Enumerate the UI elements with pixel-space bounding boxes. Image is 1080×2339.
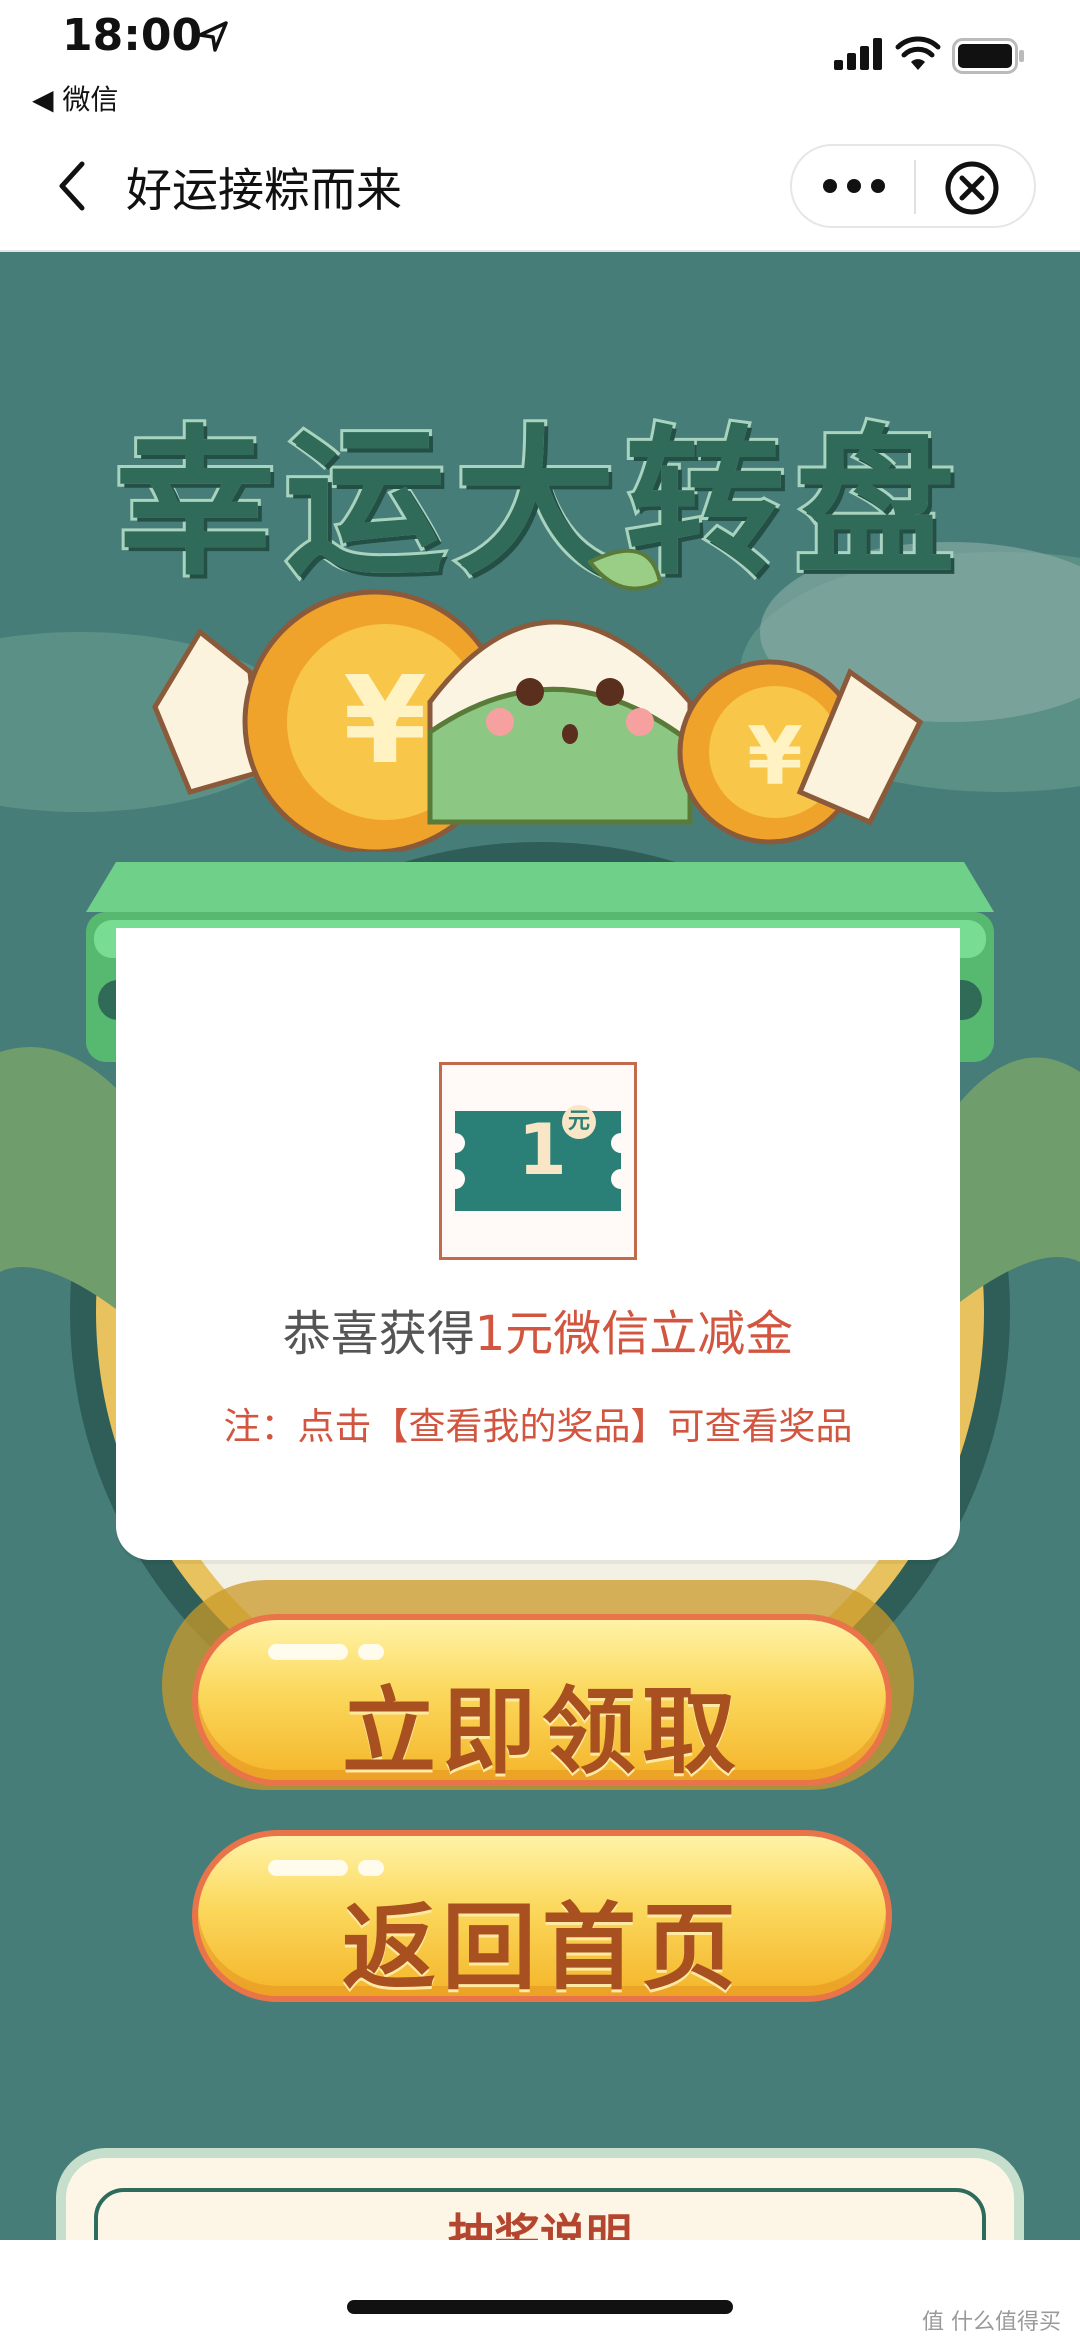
- zongzi-mascot-illustration: ¥ ¥: [152, 548, 924, 852]
- coupon-unit: 元: [562, 1105, 596, 1139]
- coupon-ticket-frame: 1 元: [439, 1062, 637, 1260]
- page-title: 好运接粽而来: [126, 163, 402, 217]
- capsule-divider: [914, 160, 916, 214]
- rules-title: 抽奖说明: [448, 2209, 632, 2240]
- status-bar: 18:00 ◀ 微信: [0, 0, 1080, 120]
- congrats-text: 恭喜获得1元微信立减金: [116, 1294, 960, 1364]
- svg-text:¥: ¥: [343, 652, 427, 791]
- location-arrow-icon: [198, 21, 228, 52]
- mini-program-capsule: [790, 144, 1036, 228]
- svg-text:¥: ¥: [747, 710, 803, 803]
- wifi-icon: [895, 36, 941, 70]
- page-content: 幸运大转盘 ¥ ¥ 1 元 恭喜获得1元微信立减金 注：点击【查看我的奖品】可查…: [0, 252, 1080, 2240]
- prize-result-modal: 1 元 恭喜获得1元微信立减金 注：点击【查看我的奖品】可查看奖品: [116, 928, 960, 1560]
- rules-panel-inner: 抽奖说明: [94, 2188, 986, 2240]
- coupon-value: 1: [518, 1109, 567, 1191]
- return-home-button[interactable]: 返回首页: [192, 1830, 892, 2003]
- prize-note: 注：点击【查看我的奖品】可查看奖品: [223, 1405, 853, 1448]
- battery-icon: [952, 38, 1024, 74]
- more-dots-icon[interactable]: [816, 166, 892, 206]
- watermark: 值 什么值得买: [922, 2310, 1061, 2335]
- back-chevron-icon[interactable]: [52, 158, 92, 214]
- rules-panel: 抽奖说明: [56, 2148, 1024, 2240]
- back-to-wechat-link[interactable]: ◀ 微信: [32, 78, 118, 118]
- nav-bar: 好运接粽而来: [0, 120, 1080, 252]
- cellular-signal-icon: [834, 38, 882, 70]
- congrats-prefix: 恭喜获得: [282, 1306, 475, 1362]
- return-home-label: 返回首页: [341, 1894, 742, 2003]
- claim-now-button[interactable]: 立即领取: [192, 1614, 892, 1787]
- close-circle-icon[interactable]: [942, 158, 1002, 218]
- status-time: 18:00: [62, 10, 203, 61]
- claim-now-label: 立即领取: [341, 1678, 742, 1787]
- bottom-bar: 值 什么值得买: [0, 2240, 1080, 2339]
- prize-name: 1元微信立减金: [474, 1306, 794, 1362]
- home-indicator[interactable]: [347, 2300, 733, 2314]
